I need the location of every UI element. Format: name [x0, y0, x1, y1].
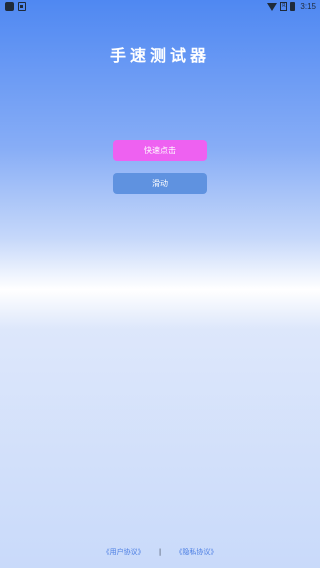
wifi-icon: [267, 2, 278, 11]
status-time: 3:15: [300, 2, 316, 11]
swipe-button[interactable]: 滑动: [113, 173, 207, 194]
footer-separator: |: [158, 548, 162, 556]
privacy-policy-link[interactable]: 《隐私协议》: [175, 547, 217, 557]
status-bar-right: R 3:15: [267, 1, 316, 12]
footer-links: 《用户协议》 | 《隐私协议》: [0, 547, 320, 557]
page-title: 手速测试器: [109, 46, 210, 65]
sim-icon: R: [280, 2, 288, 11]
app-screen: R 3:15 手速测试器 快速点击 滑动 《用户协议》 | 《隐私协议》: [0, 0, 320, 568]
app-icon: [5, 2, 14, 11]
notification-icon: [18, 2, 26, 11]
fast-click-button[interactable]: 快速点击: [113, 140, 207, 161]
battery-icon: [290, 2, 296, 11]
status-bar: R 3:15: [0, 0, 320, 14]
status-bar-left: [5, 2, 26, 11]
user-agreement-link[interactable]: 《用户协议》: [103, 547, 145, 557]
